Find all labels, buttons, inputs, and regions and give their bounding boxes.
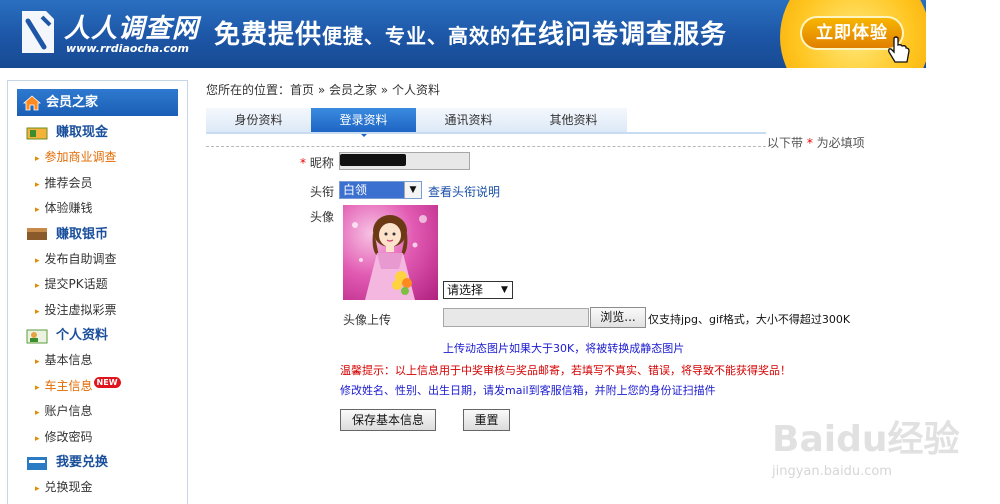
arrow-icon: ▸ (35, 382, 40, 393)
title-select-value: 白领 (340, 182, 404, 198)
user-profile-icon (26, 329, 48, 343)
tab-underline (206, 132, 766, 134)
animated-image-tip: 上传动态图片如果大于30K，将被转换成静态图片 (443, 342, 685, 355)
sidebar-item-label: 发布自助调查 (44, 251, 117, 266)
sidebar-item-publish-survey[interactable]: ▸ 发布自助调查 (8, 247, 187, 273)
nickname-label: * 昵称 (300, 154, 334, 171)
avatar-file-input[interactable] (443, 308, 589, 327)
title-help-link[interactable]: 查看头衔说明 (428, 183, 500, 200)
section-title: 赚取现金 (56, 125, 109, 140)
member-sidebar: 会员之家 赚取现金 ▸ 参加商业调查 ▸ 推荐会员 ▸ 体验赚钱 赚取银币 ▸ 发布自助… (7, 80, 188, 504)
sidebar-section-redeem: 我要兑换 (8, 450, 187, 475)
title-select[interactable]: 白领 ▼ (339, 181, 422, 199)
sidebar-item-basic-info[interactable]: ▸ 基本信息 (8, 348, 187, 374)
sidebar-item-label: 提交PK话题 (44, 277, 108, 291)
sidebar-item-redeem-cash[interactable]: ▸ 兑换现金 (8, 475, 187, 501)
sidebar-item-label: 基本信息 (44, 353, 93, 367)
arrow-icon: ▸ (35, 408, 40, 418)
sidebar-section-earn-cash: 赚取现金 (8, 120, 187, 145)
watermark-url: jingyan.baidu.com (772, 464, 892, 479)
sidebar-header[interactable]: 会员之家 (17, 89, 178, 116)
section-title: 赚取银币 (56, 226, 109, 242)
sidebar-item-try-earn[interactable]: ▸ 体验赚钱 (8, 196, 187, 222)
banner-slogan: 免费提供便捷、专业、高效的在线问卷调查服务 (214, 14, 727, 51)
sidebar-item-label: 投注虚拟彩票 (44, 302, 117, 317)
tab-other[interactable]: 其他资料 (521, 108, 626, 132)
sidebar-item-label: 体验赚钱 (44, 201, 93, 215)
section-title: 个人资料 (56, 328, 109, 343)
tab-login[interactable]: 登录资料 (311, 108, 416, 137)
logo-text: 人人调查网 (64, 14, 200, 44)
slogan-part-c: 在线问卷调查服务 (511, 20, 728, 50)
slogan-part-a: 免费提供 (214, 20, 323, 50)
sidebar-section-profile: 个人资料 (8, 323, 187, 348)
arrow-icon: ▸ (35, 255, 40, 266)
nickname-redacted (340, 154, 406, 166)
new-badge: NEW (93, 376, 121, 388)
avatar-girl-illustration (352, 215, 427, 300)
sidebar-item-car-owner[interactable]: ▸ 车主信息 NEW (8, 374, 187, 400)
upload-format-note: 仅支持jpg、gif格式，大小不得超过300K (648, 313, 851, 326)
dashed-divider (206, 146, 766, 147)
browse-button[interactable]: 浏览... (590, 307, 646, 328)
section-title: 我要兑换 (56, 455, 109, 470)
nickname-label-text: 昵称 (309, 156, 334, 170)
cash-icon (26, 127, 48, 139)
sidebar-item-lottery[interactable]: ▸ 投注虚拟彩票 (8, 298, 187, 324)
title-label: 头衔 (310, 185, 335, 199)
modify-info-tip: 修改姓名、性别、出生日期，请发mail到客服信箱，并附上您的身份证扫描件 (340, 384, 716, 397)
sidebar-item-label: 车主信息 (44, 378, 93, 393)
avatar-image (343, 205, 438, 300)
sidebar-item-label: 参加商业调查 (44, 150, 117, 164)
pen-logo-icon (22, 11, 54, 53)
redeem-icon (27, 456, 47, 470)
profile-tabs: 身份资料 登录资料 通讯资料 其他资料 (206, 108, 627, 137)
avatar-label: 头像 (310, 210, 335, 224)
sidebar-item-pk-topic[interactable]: ▸ 提交PK话题 (8, 272, 187, 298)
reset-button[interactable]: 重置 (463, 409, 510, 431)
sidebar-item-account-info[interactable]: ▸ 账户信息 (8, 399, 187, 425)
avatar-select[interactable]: 请选择 ▼ (443, 281, 513, 299)
arrow-icon: ▸ (35, 154, 40, 164)
sidebar-header-label: 会员之家 (46, 95, 99, 110)
arrow-icon: ▸ (35, 433, 40, 444)
sidebar-item-label: 推荐会员 (44, 175, 93, 190)
chevron-down-icon: ▼ (501, 285, 508, 295)
home-icon (23, 94, 41, 110)
avatar-select-value: 请选择 (447, 283, 484, 297)
sidebar-item-label: 修改密码 (44, 429, 93, 444)
logo-url: www.rrdiaocha.com (66, 42, 189, 55)
sidebar-item-label: 账户信息 (44, 404, 93, 418)
breadcrumb: 您所在的位置：首页 » 会员之家 » 个人资料 (206, 83, 440, 97)
required-hint: 以下带 * 为必填项 (767, 134, 865, 151)
required-hint-before: 以下带 (767, 136, 807, 150)
sidebar-item-commercial-survey[interactable]: ▸ 参加商业调查 (8, 145, 187, 171)
sidebar-item-refer-member[interactable]: ▸ 推荐会员 (8, 171, 187, 197)
hand-cursor-icon (888, 36, 910, 63)
save-basic-info-button[interactable]: 保存基本信息 (340, 409, 436, 431)
arrow-icon: ▸ (35, 357, 40, 367)
arrow-icon: ▸ (35, 205, 40, 215)
tab-contact[interactable]: 通讯资料 (416, 108, 521, 132)
sidebar-section-earn-silver: 赚取银币 (8, 222, 187, 247)
arrow-icon: ▸ (35, 281, 40, 291)
required-star: * (300, 156, 306, 170)
arrow-icon: ▸ (35, 484, 40, 494)
upload-label: 头像上传 (343, 313, 392, 327)
arrow-icon: ▸ (35, 306, 40, 317)
silver-coin-icon (27, 228, 47, 240)
sidebar-item-change-password[interactable]: ▸ 修改密码 (8, 425, 187, 451)
warm-reminder: 温馨提示：以上信息用于中奖审核与奖品邮寄，若填写不真实、错误，将导致不能获得奖品… (340, 364, 791, 377)
watermark-brand: Baidu经验 (772, 419, 960, 460)
required-hint-after: 为必填项 (812, 136, 865, 150)
site-banner: 人人调查网 www.rrdiaocha.com 免费提供便捷、专业、高效的在线问… (0, 0, 926, 68)
chevron-down-icon: ▼ (404, 182, 421, 198)
sidebar-item-label: 兑换现金 (44, 480, 93, 494)
slogan-part-b: 便捷、专业、高效的 (322, 24, 512, 48)
baidu-watermark: Baidu经验 jingyan.baidu.com (770, 400, 1000, 504)
tab-identity[interactable]: 身份资料 (206, 108, 311, 132)
arrow-icon: ▸ (35, 179, 40, 190)
